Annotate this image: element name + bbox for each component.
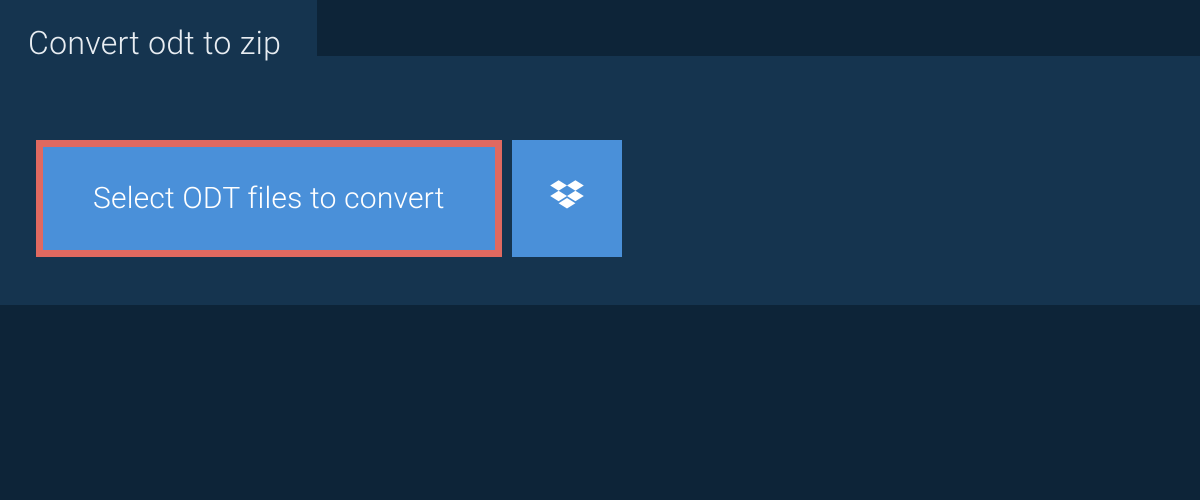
page-title: Convert odt to zip	[28, 24, 281, 62]
dropbox-icon	[546, 176, 588, 222]
dropbox-button[interactable]	[512, 140, 622, 257]
select-files-button[interactable]: Select ODT files to convert	[43, 147, 495, 250]
convert-panel: Convert odt to zip Select ODT files to c…	[0, 56, 1200, 305]
button-row: Select ODT files to convert	[0, 56, 1200, 257]
select-files-label: Select ODT files to convert	[93, 181, 445, 216]
select-button-highlight: Select ODT files to convert	[36, 140, 502, 257]
page-title-tab: Convert odt to zip	[0, 0, 317, 86]
